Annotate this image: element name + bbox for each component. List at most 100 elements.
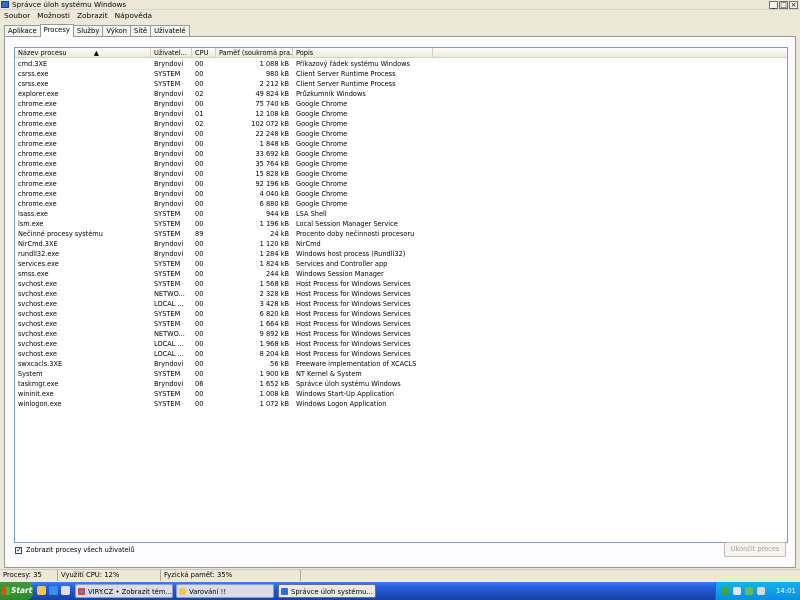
column-header-user[interactable]: Uživatel... <box>151 48 192 57</box>
cpu-cell: 00 <box>195 160 204 168</box>
process-name-cell: Nečinné procesy systému <box>18 230 103 238</box>
process-name-cell: svchost.exe <box>18 330 57 338</box>
table-row[interactable]: csrss.exe SYSTEM 00 2 212 kB Client Server R… <box>15 79 787 89</box>
process-name-cell: chrome.exe <box>18 150 57 158</box>
table-row[interactable]: explorer.exe Bryndovi 02 49 824 kB Průzkumní… <box>15 89 787 99</box>
process-name-cell: svchost.exe <box>18 290 57 298</box>
table-row[interactable]: Nečinné procesy systému SYSTEM 89 24 kB Proc… <box>15 229 787 239</box>
table-row[interactable]: chrome.exe Bryndovi 00 15 828 kB Google Chro… <box>15 169 787 179</box>
volume-icon[interactable] <box>757 587 765 595</box>
process-name-cell: lsm.exe <box>18 220 44 228</box>
table-row[interactable]: swxcacls.3XE Bryndovi 00 56 kB Freeware impl… <box>15 359 787 369</box>
description-cell: Google Chrome <box>296 170 348 178</box>
table-row[interactable]: svchost.exe SYSTEM 00 6 820 kB Host Process … <box>15 309 787 319</box>
table-row[interactable]: lsm.exe SYSTEM 00 1 196 kB Local Session Man… <box>15 219 787 229</box>
column-header-memory[interactable]: Paměť (soukromá pra... <box>216 48 293 57</box>
menu-file[interactable]: Soubor <box>4 10 30 22</box>
menu-view[interactable]: Zobrazit <box>77 10 108 22</box>
table-row[interactable]: NirCmd.3XE Bryndovi 00 1 120 kB NirCmd <box>15 239 787 249</box>
table-row[interactable]: winlogon.exe SYSTEM 00 1 072 kB Windows Logo… <box>15 399 787 409</box>
column-header-name[interactable]: Název procesu ▲ <box>15 48 151 57</box>
table-row[interactable]: svchost.exe SYSTEM 00 1 664 kB Host Process … <box>15 319 787 329</box>
cpu-cell: 00 <box>195 310 204 318</box>
minimize-button[interactable]: _ <box>769 1 778 9</box>
table-row[interactable]: svchost.exe NETWO... 00 9 892 kB Host Proces… <box>15 329 787 339</box>
user-cell: Bryndovi <box>154 250 184 258</box>
table-row[interactable]: wininit.exe SYSTEM 00 1 008 kB Windows Start… <box>15 389 787 399</box>
memory-cell: 9 892 kB <box>259 330 289 338</box>
show-all-users-option[interactable]: ✓ Zobrazit procesy všech uživatelů <box>15 545 135 555</box>
taskbar-button-taskmgr[interactable]: Správce úloh systému... <box>278 584 376 598</box>
table-row[interactable]: chrome.exe Bryndovi 00 1 848 kB Google Chrom… <box>15 139 787 149</box>
taskbar-button-folder[interactable]: Varování !! <box>176 584 274 598</box>
table-row[interactable]: svchost.exe LOCAL ... 00 8 204 kB Host Proce… <box>15 349 787 359</box>
show-all-users-checkbox[interactable]: ✓ <box>15 546 22 554</box>
table-row[interactable]: svchost.exe LOCAL ... 00 1 968 kB Host Proce… <box>15 339 787 349</box>
menu-help[interactable]: Nápověda <box>115 10 152 22</box>
table-row[interactable]: chrome.exe Bryndovi 00 92 196 kB Google Chro… <box>15 179 787 189</box>
table-row[interactable]: chrome.exe Bryndovi 01 12 108 kB Google Chro… <box>15 109 787 119</box>
taskbar-button-browser[interactable]: VIRY.CZ • Zobrazit tém... <box>75 584 173 598</box>
user-cell: Bryndovi <box>154 160 184 168</box>
process-name-cell: svchost.exe <box>18 310 57 318</box>
process-name-cell: winlogon.exe <box>18 400 62 408</box>
table-row[interactable]: chrome.exe Bryndovi 00 35 764 kB Google Chro… <box>15 159 787 169</box>
table-row[interactable]: chrome.exe Bryndovi 00 75 740 kB Google Chro… <box>15 99 787 109</box>
description-cell: Host Process for Windows Services <box>296 300 411 308</box>
table-row[interactable]: taskmgr.exe Bryndovi 06 1 652 kB Správce úlo… <box>15 379 787 389</box>
user-cell: Bryndovi <box>154 100 184 108</box>
description-cell: Host Process for Windows Services <box>296 340 411 348</box>
browser-quicklaunch-icon[interactable] <box>49 586 58 595</box>
table-row[interactable]: svchost.exe NETWO... 00 2 328 kB Host Proces… <box>15 289 787 299</box>
cpu-cell: 00 <box>195 290 204 298</box>
clock[interactable]: 14:01 <box>776 582 796 600</box>
table-row[interactable]: chrome.exe Bryndovi 00 22 248 kB Google Chro… <box>15 129 787 139</box>
table-row[interactable]: csrss.exe SYSTEM 00 980 kB Client Server Run… <box>15 69 787 79</box>
close-button[interactable]: × <box>789 1 798 9</box>
memory-cell: 1 900 kB <box>259 370 289 378</box>
description-cell: Host Process for Windows Services <box>296 320 411 328</box>
folder-quicklaunch-icon[interactable] <box>37 586 46 595</box>
tray-app-icon[interactable] <box>721 587 729 595</box>
table-row[interactable]: svchost.exe LOCAL ... 00 3 428 kB Host Proce… <box>15 299 787 309</box>
table-row[interactable]: System SYSTEM 00 1 900 kB NT Kernel & System <box>15 369 787 379</box>
table-row[interactable]: chrome.exe Bryndovi 02 102 072 kB Google Chr… <box>15 119 787 129</box>
table-row[interactable]: svchost.exe SYSTEM 00 1 568 kB Host Process … <box>15 279 787 289</box>
desktop-quicklaunch-icon[interactable] <box>61 586 70 595</box>
table-row[interactable]: cmd.3XE Bryndovi 00 1 088 kB Příkazový řádek… <box>15 59 787 69</box>
taskmgr-tray-icon[interactable] <box>745 587 753 595</box>
description-cell: Google Chrome <box>296 130 348 138</box>
description-cell: Services and Controller app <box>296 260 388 268</box>
tab-processes[interactable]: Procesy <box>39 24 74 37</box>
memory-cell: 1 008 kB <box>259 390 289 398</box>
table-row[interactable]: services.exe SYSTEM 00 1 824 kB Services and… <box>15 259 787 269</box>
show-all-users-label[interactable]: Zobrazit procesy všech uživatelů <box>26 546 135 554</box>
cpu-cell: 02 <box>195 120 204 128</box>
table-row[interactable]: chrome.exe Bryndovi 00 4 040 kB Google Chrom… <box>15 189 787 199</box>
maximize-button[interactable]: □ <box>779 1 788 9</box>
description-cell: Google Chrome <box>296 140 348 148</box>
process-list[interactable]: Název procesu ▲ Uživatel... CPU Paměť (s… <box>14 47 788 543</box>
menu-options[interactable]: Možnosti <box>37 10 70 22</box>
description-cell: Google Chrome <box>296 190 348 198</box>
column-header-description[interactable]: Popis <box>293 48 433 57</box>
table-row[interactable]: chrome.exe Bryndovi 00 33 692 kB Google Chro… <box>15 149 787 159</box>
process-name-cell: chrome.exe <box>18 190 57 198</box>
network-icon[interactable] <box>733 587 741 595</box>
user-cell: Bryndovi <box>154 60 184 68</box>
memory-cell: 1 568 kB <box>259 280 289 288</box>
table-row[interactable]: rundll32.exe Bryndovi 00 1 284 kB Windows ho… <box>15 249 787 259</box>
user-cell: Bryndovi <box>154 110 184 118</box>
table-row[interactable]: lsass.exe SYSTEM 00 944 kB LSA Shell <box>15 209 787 219</box>
end-process-button[interactable]: Ukončit proces <box>724 542 786 557</box>
table-row[interactable]: chrome.exe Bryndovi 00 6 880 kB Google Chrom… <box>15 199 787 209</box>
memory-cell: 6 880 kB <box>259 200 289 208</box>
process-name-cell: smss.exe <box>18 270 49 278</box>
start-button[interactable]: Start <box>0 582 33 600</box>
description-cell: Host Process for Windows Services <box>296 330 411 338</box>
table-row[interactable]: smss.exe SYSTEM 00 244 kB Windows Session Ma… <box>15 269 787 279</box>
cpu-cell: 89 <box>195 230 204 238</box>
column-header-cpu[interactable]: CPU <box>192 48 216 57</box>
quick-launch <box>37 586 70 595</box>
cpu-cell: 00 <box>195 320 204 328</box>
